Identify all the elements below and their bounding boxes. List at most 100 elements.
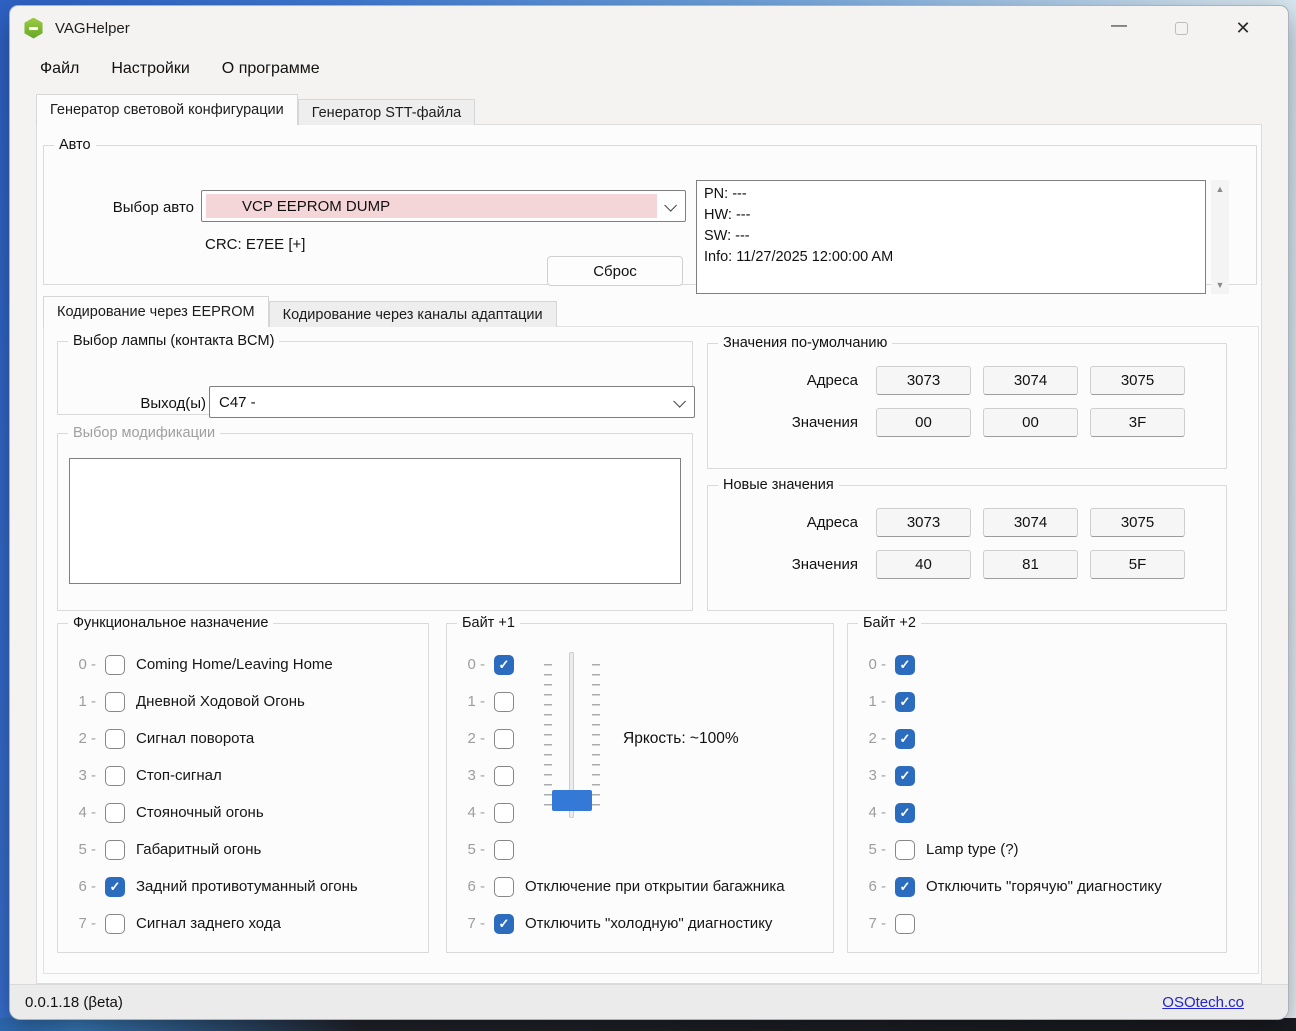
checkbox-checked[interactable]: ✓ [895, 691, 915, 712]
bit-index-label: 5 - [78, 841, 96, 858]
bit-index-label: 0 - [467, 656, 485, 673]
info-scrollbar[interactable]: ▲ ▼ [1211, 180, 1229, 294]
coding-tab-strip: Кодирование через EEPROM Кодирование чер… [43, 296, 557, 328]
check-row: 0 - Coming Home/Leaving Home [68, 646, 358, 683]
maximize-button[interactable] [1150, 11, 1212, 45]
functional-purpose-groupbox: Функциональное назначение 0 - Coming Home… [57, 615, 429, 953]
modification-listbox[interactable] [69, 458, 681, 584]
new-values-groupbox: Новые значения Адреса 3073 3074 3075 Значе… [707, 477, 1227, 611]
car-select-combobox[interactable]: VCP EEPROM DUMP [201, 190, 686, 222]
menu-bar: Файл Настройки О программе [10, 50, 1288, 88]
value-cell-button[interactable]: 40 [876, 550, 971, 579]
check-row: 7 - [858, 905, 1162, 942]
menu-item-file[interactable]: Файл [31, 56, 88, 82]
car-select-value: VCP EEPROM DUMP [242, 197, 391, 215]
checkbox-unchecked[interactable] [105, 802, 125, 823]
bit-index-label: 4 - [467, 804, 485, 821]
checkbox-label: Габаритный огонь [136, 841, 262, 858]
checkbox-label: Сигнал поворота [136, 730, 255, 747]
bit-index-label: 0 - [868, 656, 886, 673]
info-line-pn: PN: --- [704, 186, 747, 202]
brightness-label: Яркость: ~100% [623, 730, 739, 747]
output-combobox[interactable]: C47 - [209, 386, 695, 418]
app-window: VAGHelper — ✕ Файл Настройки О программе… [10, 6, 1288, 1019]
brightness-slider[interactable] [544, 652, 600, 824]
info-line-hw: HW: --- [704, 207, 751, 223]
default-value-cells: 00 00 3F [876, 408, 1185, 437]
value-cell-button[interactable]: 3F [1090, 408, 1185, 437]
checkbox-unchecked[interactable] [895, 839, 915, 860]
reset-button[interactable]: Сброс [547, 256, 683, 286]
checkbox-checked[interactable]: ✓ [494, 654, 514, 675]
checkbox-unchecked[interactable] [105, 839, 125, 860]
check-row: 6 - ✓ Отключить "горячую" диагностику [858, 868, 1162, 905]
title-bar[interactable]: VAGHelper — ✕ [10, 6, 1288, 50]
tab-coding-eeprom[interactable]: Кодирование через EEPROM [43, 296, 269, 328]
bit-index-label: 4 - [868, 804, 886, 821]
check-row: 4 - Стояночный огонь [68, 794, 358, 831]
new-value-cells: 40 81 5F [876, 550, 1185, 579]
bit-index-label: 4 - [78, 804, 96, 821]
scroll-up-icon[interactable]: ▲ [1216, 180, 1225, 198]
check-row: 1 - ✓ [858, 683, 1162, 720]
ecu-info-box: PN: --- HW: --- SW: --- Info: 11/27/2025… [696, 180, 1206, 294]
checkbox-unchecked[interactable] [105, 691, 125, 712]
new-values-row: Значения 40 81 5F [708, 550, 1185, 579]
new-address-row: Адреса 3073 3074 3075 [708, 508, 1185, 537]
check-row: 5 - Габаритный огонь [68, 831, 358, 868]
checkbox-checked[interactable]: ✓ [895, 728, 915, 749]
scroll-down-icon[interactable]: ▼ [1216, 276, 1225, 294]
checkbox-unchecked[interactable] [105, 728, 125, 749]
bit-index-label: 3 - [467, 767, 485, 784]
check-row: 1 - Дневной Ходовой Огонь [68, 683, 358, 720]
value-cell-button[interactable]: 00 [876, 408, 971, 437]
byte2-checklist: 0 - ✓ 1 - ✓ 2 - ✓ 3 - ✓ 4 - ✓ 5 - Lamp type (?) 6 - ✓… [858, 646, 1162, 942]
checkbox-unchecked[interactable] [494, 765, 514, 786]
address-row-label: Адреса [806, 372, 858, 389]
checkbox-checked[interactable]: ✓ [895, 876, 915, 897]
checkbox-unchecked[interactable] [895, 913, 915, 934]
crc-label: CRC: E7EE [+] [205, 236, 306, 253]
checkbox-unchecked[interactable] [105, 765, 125, 786]
checkbox-unchecked[interactable] [494, 839, 514, 860]
slider-handle[interactable] [552, 790, 592, 811]
checkbox-unchecked[interactable] [494, 876, 514, 897]
tab-coding-adaptation[interactable]: Кодирование через каналы адаптации [268, 301, 557, 327]
check-row: 4 - [457, 794, 785, 831]
menu-item-about[interactable]: О программе [213, 56, 329, 82]
checkbox-unchecked[interactable] [494, 728, 514, 749]
value-cell-button[interactable]: 5F [1090, 550, 1185, 579]
default-address-cells: 3073 3074 3075 [876, 366, 1185, 395]
value-cell-button[interactable]: 3073 [876, 366, 971, 395]
checkbox-checked[interactable]: ✓ [895, 802, 915, 823]
value-cell-button[interactable]: 3074 [983, 366, 1078, 395]
checkbox-unchecked[interactable] [494, 691, 514, 712]
checkbox-checked[interactable]: ✓ [494, 913, 514, 934]
checkbox-checked[interactable]: ✓ [895, 765, 915, 786]
value-cell-button[interactable]: 3073 [876, 508, 971, 537]
osotech-link[interactable]: OSOtech.co [1162, 994, 1244, 1011]
chevron-down-icon [673, 395, 686, 408]
checkbox-label: Отключить "горячую" диагностику [926, 878, 1162, 895]
bit-index-label: 7 - [78, 915, 96, 932]
checkbox-unchecked[interactable] [494, 802, 514, 823]
value-cell-button[interactable]: 3074 [983, 508, 1078, 537]
output-label: Выход(ы) [140, 395, 206, 412]
checkbox-checked[interactable]: ✓ [895, 654, 915, 675]
bit-index-label: 5 - [868, 841, 886, 858]
default-values-group-label: Значения по-умолчанию [718, 335, 893, 351]
checkbox-unchecked[interactable] [105, 654, 125, 675]
tab-stt-file-generator[interactable]: Генератор STT-файла [297, 99, 476, 125]
menu-item-settings[interactable]: Настройки [102, 56, 198, 82]
byte2-group-label: Байт +2 [858, 615, 921, 631]
value-cell-button[interactable]: 00 [983, 408, 1078, 437]
tab-light-config-generator[interactable]: Генератор световой конфигурации [36, 94, 298, 126]
value-cell-button[interactable]: 3075 [1090, 366, 1185, 395]
checkbox-unchecked[interactable] [105, 913, 125, 934]
value-cell-button[interactable]: 81 [983, 550, 1078, 579]
checkbox-checked[interactable]: ✓ [105, 876, 125, 897]
value-cell-button[interactable]: 3075 [1090, 508, 1185, 537]
window-title: VAGHelper [55, 19, 130, 37]
minimize-button[interactable]: — [1088, 11, 1150, 45]
close-button[interactable]: ✕ [1212, 11, 1274, 45]
